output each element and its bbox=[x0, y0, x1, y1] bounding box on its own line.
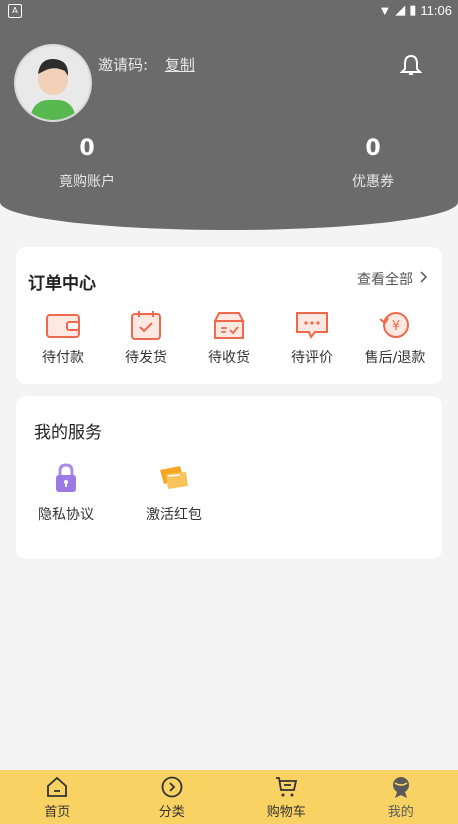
comment-icon bbox=[294, 309, 330, 341]
coupon-stat[interactable]: 0 优惠券 bbox=[313, 136, 433, 191]
avatar[interactable] bbox=[14, 44, 92, 122]
bell-icon[interactable] bbox=[398, 52, 424, 78]
lock-icon bbox=[50, 462, 82, 494]
view-all-orders-link[interactable]: 查看全部 bbox=[357, 269, 428, 289]
avatar-icon bbox=[30, 58, 76, 120]
tab-label: 分类 bbox=[158, 804, 185, 820]
tab-category[interactable]: 分类 bbox=[137, 775, 207, 820]
profile-icon bbox=[389, 775, 413, 799]
order-center-card: 订单中心 查看全部 待付款 待发货 待收货 待评价 ¥ 售后/退款 bbox=[16, 247, 442, 384]
tab-cart[interactable]: 购物车 bbox=[251, 775, 321, 820]
order-center-title: 订单中心 bbox=[28, 274, 96, 294]
svg-text:¥: ¥ bbox=[392, 319, 400, 334]
box-icon bbox=[211, 309, 247, 341]
order-pending-shipment[interactable]: 待发货 bbox=[105, 309, 187, 367]
my-services-card: 我的服务 隐私协议 激活红包 bbox=[16, 396, 442, 559]
order-item-label: 待付款 bbox=[42, 350, 84, 366]
view-all-label: 查看全部 bbox=[357, 272, 413, 288]
invite-label: 邀请码: bbox=[98, 56, 149, 74]
calendar-check-icon bbox=[128, 309, 164, 341]
account-balance-stat[interactable]: 0 竟购账户 bbox=[27, 136, 147, 191]
status-indicators: ▼ ◢ ▮ 11:06 bbox=[378, 2, 452, 18]
chevron-right-icon bbox=[419, 270, 428, 288]
coupon-value: 0 bbox=[365, 136, 381, 161]
account-balance-value: 0 bbox=[79, 136, 95, 161]
order-status-list: 待付款 待发货 待收货 待评价 ¥ 售后/退款 bbox=[16, 309, 442, 367]
order-after-sales[interactable]: ¥ 售后/退款 bbox=[354, 309, 436, 367]
tab-label: 购物车 bbox=[266, 804, 306, 820]
tab-profile[interactable]: 我的 bbox=[366, 775, 436, 820]
status-bar: A ▼ ◢ ▮ 11:06 bbox=[0, 0, 458, 24]
privacy-policy-item[interactable]: 隐私协议 bbox=[34, 462, 98, 524]
invite-code: 邀请码: 复制 bbox=[98, 54, 195, 75]
profile-header: 邀请码: 复制 0 竟购账户 0 优惠券 bbox=[0, 24, 458, 230]
order-item-label: 待评价 bbox=[291, 350, 333, 366]
tab-label: 首页 bbox=[44, 804, 71, 820]
tab-home[interactable]: 首页 bbox=[22, 775, 92, 820]
wifi-icon: ▼ bbox=[378, 2, 392, 18]
order-item-label: 待发货 bbox=[125, 350, 167, 366]
service-list: 隐私协议 激活红包 bbox=[34, 462, 206, 524]
status-time: 11:06 bbox=[420, 2, 452, 18]
service-label: 激活红包 bbox=[146, 507, 202, 523]
category-icon bbox=[160, 775, 184, 799]
my-services-title: 我的服务 bbox=[34, 423, 102, 443]
tab-label: 我的 bbox=[387, 804, 414, 820]
coupon-label: 优惠券 bbox=[352, 174, 394, 190]
battery-icon: ▮ bbox=[409, 2, 417, 17]
bottom-tab-bar: 首页 分类 购物车 我的 bbox=[0, 770, 458, 824]
order-pending-payment[interactable]: 待付款 bbox=[22, 309, 104, 367]
order-pending-review[interactable]: 待评价 bbox=[271, 309, 353, 367]
notification-icon: A bbox=[8, 4, 22, 18]
account-balance-label: 竟购账户 bbox=[59, 174, 115, 190]
red-envelope-icon bbox=[158, 462, 190, 494]
order-item-label: 售后/退款 bbox=[364, 350, 426, 366]
signal-icon: ◢ bbox=[395, 2, 406, 17]
refund-icon: ¥ bbox=[377, 309, 413, 341]
home-icon bbox=[45, 775, 69, 799]
service-label: 隐私协议 bbox=[38, 507, 94, 523]
order-pending-receipt[interactable]: 待收货 bbox=[188, 309, 270, 367]
cart-icon bbox=[274, 775, 298, 799]
wallet-icon bbox=[45, 309, 81, 341]
activate-red-envelope-item[interactable]: 激活红包 bbox=[142, 462, 206, 524]
order-item-label: 待收货 bbox=[208, 350, 250, 366]
copy-button[interactable]: 复制 bbox=[165, 56, 195, 74]
